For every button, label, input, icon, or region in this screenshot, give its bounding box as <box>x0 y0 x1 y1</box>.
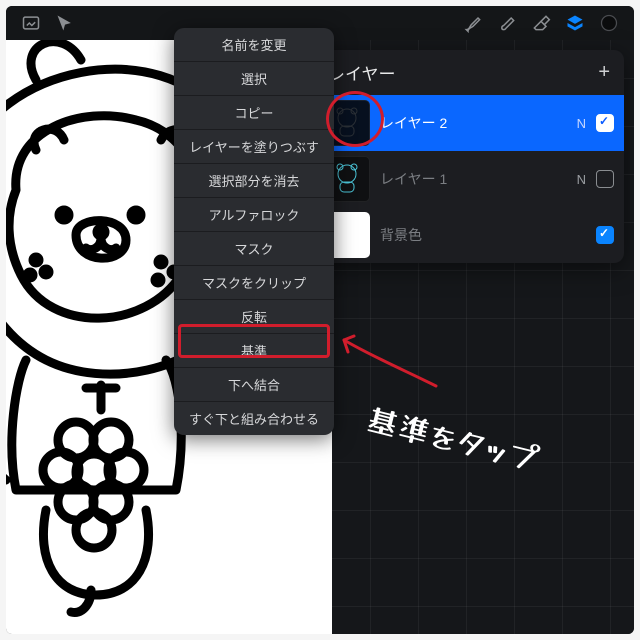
annotation-circle-thumb <box>326 91 384 147</box>
gallery-button[interactable] <box>14 6 48 40</box>
layer-name: 背景色 <box>380 225 576 245</box>
menu-mask[interactable]: マスク <box>174 232 334 266</box>
layers-title: レイヤー <box>328 60 396 85</box>
layer-name: レイヤー 1 <box>380 169 567 189</box>
layer-row-1[interactable]: レイヤー 1 N <box>314 151 624 207</box>
layer-context-menu: 名前を変更 選択 コピー レイヤーを塗りつぶす 選択部分を消去 アルファロック … <box>174 28 334 435</box>
layer-name: レイヤー 2 <box>380 113 567 133</box>
blend-mode[interactable]: N <box>577 116 586 131</box>
annotation-box-reference <box>178 324 330 358</box>
menu-clip-mask[interactable]: マスクをクリップ <box>174 266 334 300</box>
menu-alpha-lock[interactable]: アルファロック <box>174 198 334 232</box>
layer-visible-checkbox[interactable] <box>596 226 614 244</box>
color-button[interactable] <box>592 6 626 40</box>
menu-fill-layer[interactable]: レイヤーを塗りつぶす <box>174 130 334 164</box>
layers-button[interactable] <box>558 6 592 40</box>
menu-rename[interactable]: 名前を変更 <box>174 28 334 62</box>
menu-clear-sel[interactable]: 選択部分を消去 <box>174 164 334 198</box>
eraser-button[interactable] <box>524 6 558 40</box>
selection-button[interactable] <box>48 6 82 40</box>
menu-combine-down[interactable]: すぐ下と組み合わせる <box>174 402 334 435</box>
menu-merge-down[interactable]: 下へ結合 <box>174 368 334 402</box>
brush-button[interactable] <box>456 6 490 40</box>
layers-panel: レイヤー + レイヤー 2 N レイヤー 1 N <box>314 50 624 263</box>
menu-copy[interactable]: コピー <box>174 96 334 130</box>
blend-mode[interactable]: N <box>577 172 586 187</box>
add-layer-button[interactable]: + <box>598 61 610 84</box>
layer-row-bg[interactable]: 背景色 <box>314 207 624 263</box>
layer-visible-checkbox[interactable] <box>596 114 614 132</box>
layer-visible-checkbox[interactable] <box>596 170 614 188</box>
smudge-button[interactable] <box>490 6 524 40</box>
menu-select[interactable]: 選択 <box>174 62 334 96</box>
